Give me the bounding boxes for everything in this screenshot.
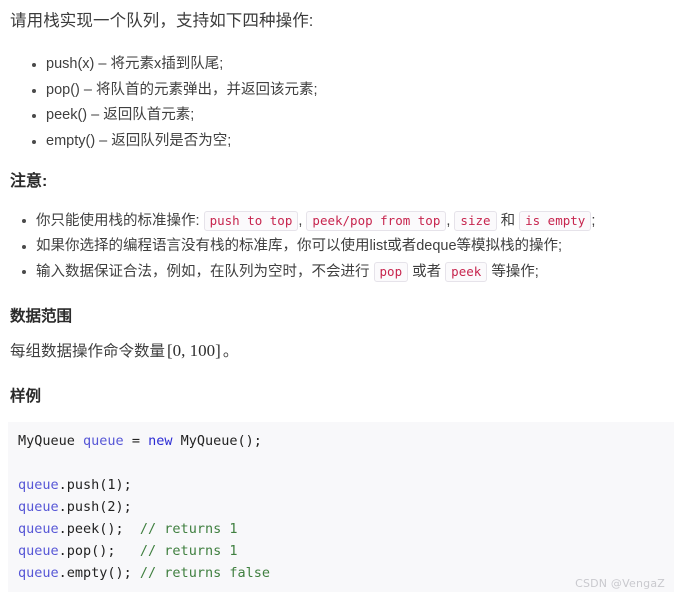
note-separator: , (446, 213, 451, 229)
code-token-var: queue (18, 543, 59, 559)
sample-heading: 样例 (10, 388, 42, 405)
code-token-var: queue (18, 521, 59, 537)
code-token-punct (75, 433, 83, 449)
code-size: size (454, 211, 497, 231)
code-token-punct: = (123, 433, 149, 449)
notes-heading: 注意: (10, 173, 48, 190)
range-math-interval: [0, 100] (167, 341, 221, 360)
list-item: peek() – 返回队首元素; (24, 103, 318, 129)
note-prefix-text: 输入数据保证合法，例如，在队列为空时，不会进行 (36, 264, 370, 280)
data-range-heading: 数据范围 (10, 308, 73, 325)
code-token-type: MyQueue(); (172, 433, 262, 449)
code-peek-pop-from-top: peek/pop from top (306, 211, 447, 231)
code-token-punct: .push(2); (58, 499, 132, 515)
sample-code-text: MyQueue queue = new MyQueue(); queue.pus… (18, 430, 674, 584)
code-token-punct: .empty(); (58, 565, 140, 581)
code-token-var: queue (18, 477, 59, 493)
code-token-comment: // returns 1 (139, 543, 238, 559)
code-token-type: MyQueue (18, 433, 75, 449)
list-item: push(x) – 将元素x插到队尾; (24, 52, 318, 78)
problem-statement-page: 请用栈实现一个队列，支持如下四种操作: push(x) – 将元素x插到队尾; … (0, 0, 674, 598)
code-pop: pop (373, 262, 409, 282)
note-middle-text: 或者 (412, 264, 442, 280)
code-token-comment: // returns false (139, 565, 270, 581)
note-text: 如果你选择的编程语言没有栈的标准库，你可以使用list或者deque等模拟栈的操… (36, 238, 563, 254)
code-token-punct: .pop(); (58, 543, 140, 559)
code-token-punct: .push(1); (58, 477, 132, 493)
code-push-to-top: push to top (203, 211, 299, 231)
note-prefix-text: 你只能使用栈的标准操作: (36, 213, 200, 229)
list-item: 你只能使用栈的标准操作: push to top, peek/pop from … (14, 208, 595, 234)
code-token-var: queue (83, 433, 124, 449)
operation-text: pop() – 将队首的元素弹出，并返回该元素; (46, 81, 318, 98)
code-token-punct: .peek(); (58, 521, 140, 537)
operation-text: empty() – 返回队列是否为空; (46, 132, 232, 149)
code-token-kw: new (148, 433, 173, 449)
note-conjunction: 和 (500, 213, 516, 229)
code-token-var: queue (18, 565, 59, 581)
code-peek: peek (445, 262, 488, 282)
range-text-after: 。 (222, 343, 239, 360)
code-is-empty: is empty (519, 211, 592, 231)
list-item: 如果你选择的编程语言没有栈的标准库，你可以使用list或者deque等模拟栈的操… (14, 234, 595, 259)
intro-text: 请用栈实现一个队列，支持如下四种操作: (10, 12, 314, 30)
range-text-before: 每组数据操作命令数量 (10, 343, 166, 360)
code-token-var: queue (18, 499, 59, 515)
operations-list: push(x) – 将元素x插到队尾; pop() – 将队首的元素弹出，并返回… (24, 52, 318, 154)
note-suffix: ; (591, 213, 596, 229)
list-item: pop() – 将队首的元素弹出，并返回该元素; (24, 78, 318, 104)
code-token-comment: // returns 1 (139, 521, 238, 537)
sample-code-block: MyQueue queue = new MyQueue(); queue.pus… (8, 422, 674, 592)
list-item: 输入数据保证合法，例如，在队列为空时，不会进行 pop 或者 peek 等操作; (14, 259, 595, 285)
notes-list: 你只能使用栈的标准操作: push to top, peek/pop from … (14, 208, 595, 285)
list-item: empty() – 返回队列是否为空; (24, 129, 318, 155)
operation-text: peek() – 返回队首元素; (46, 107, 195, 123)
data-range-text: 每组数据操作命令数量 [0, 100]。 (10, 340, 238, 363)
note-suffix: 等操作; (491, 264, 539, 280)
operation-text: push(x) – 将元素x插到队尾; (46, 56, 224, 72)
watermark: CSDN @VengaZ (575, 577, 665, 590)
note-separator: , (298, 213, 303, 229)
